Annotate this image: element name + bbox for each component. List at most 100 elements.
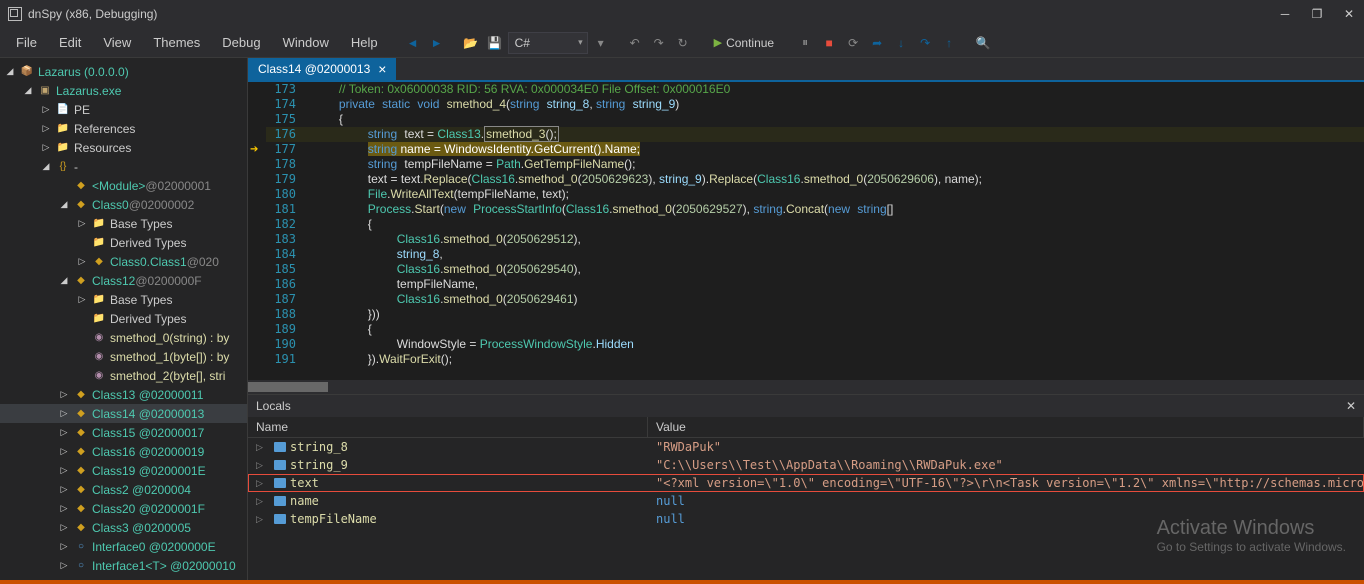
- combo-dropdown-icon[interactable]: ▾: [590, 32, 612, 54]
- menu-file[interactable]: File: [6, 31, 47, 54]
- locals-row[interactable]: ▷string_8"RWDaPuk": [248, 438, 1364, 456]
- tree-exe[interactable]: ◢▣Lazarus.exe: [0, 81, 247, 100]
- tree-class2[interactable]: ▷◆Class2 @0200004: [0, 480, 247, 499]
- menu-help[interactable]: Help: [341, 31, 388, 54]
- menu-debug[interactable]: Debug: [212, 31, 270, 54]
- tree-class13[interactable]: ▷◆Class13 @02000011: [0, 385, 247, 404]
- code-line[interactable]: 187 Class16.smethod_0(2050629461): [248, 292, 1364, 307]
- locals-row[interactable]: ▷namenull: [248, 492, 1364, 510]
- tree-derivedtypes[interactable]: 📁Derived Types: [0, 309, 247, 328]
- code-line[interactable]: 173 // Token: 0x06000038 RID: 56 RVA: 0x…: [248, 82, 1364, 97]
- tree-smethod2[interactable]: ◉smethod_2(byte[], stri: [0, 366, 247, 385]
- tree-basetypes[interactable]: ▷📁Base Types: [0, 214, 247, 233]
- horizontal-scrollbar[interactable]: [248, 380, 1364, 394]
- step-over-icon[interactable]: ↷: [914, 32, 936, 54]
- nav-back-icon[interactable]: ◄: [402, 32, 424, 54]
- code-text[interactable]: {: [310, 217, 372, 232]
- nav-forward-icon[interactable]: ►: [426, 32, 448, 54]
- panel-close-icon[interactable]: ✕: [1346, 399, 1356, 413]
- locals-row[interactable]: ▷string_9"C:\\Users\\Test\\AppData\\Roam…: [248, 456, 1364, 474]
- tree-class14[interactable]: ▷◆Class14 @02000013: [0, 404, 247, 423]
- tree-module[interactable]: ◆<Module> @02000001: [0, 176, 247, 195]
- code-text[interactable]: }).WaitForExit();: [310, 352, 452, 367]
- code-line[interactable]: 189 {: [248, 322, 1364, 337]
- redo-icon[interactable]: ↻: [672, 32, 694, 54]
- tree-class16[interactable]: ▷◆Class16 @02000019: [0, 442, 247, 461]
- code-text[interactable]: string tempFileName = Path.GetTempFileNa…: [310, 157, 635, 172]
- save-icon[interactable]: 💾: [484, 32, 506, 54]
- code-text[interactable]: // Token: 0x06000038 RID: 56 RVA: 0x0000…: [310, 82, 730, 97]
- code-text[interactable]: Class16.smethod_0(2050629512),: [310, 232, 581, 247]
- tree-interface0[interactable]: ▷○Interface0 @0200000E: [0, 537, 247, 556]
- continue-button[interactable]: ▶Continue: [706, 34, 783, 52]
- code-text[interactable]: Process.Start(new ProcessStartInfo(Class…: [310, 202, 893, 217]
- tree-namespace[interactable]: ◢{}-: [0, 157, 247, 176]
- tree-class3[interactable]: ▷◆Class3 @0200005: [0, 518, 247, 537]
- language-combo[interactable]: C#: [508, 32, 588, 54]
- minimize-button[interactable]: ─: [1278, 7, 1292, 21]
- code-text[interactable]: })): [310, 307, 380, 322]
- assembly-explorer[interactable]: ◢📦Lazarus (0.0.0.0) ◢▣Lazarus.exe ▷📄PE ▷…: [0, 58, 248, 580]
- tree-derivedtypes[interactable]: 📁Derived Types: [0, 233, 247, 252]
- code-text[interactable]: private static void smethod_4(string str…: [310, 97, 679, 112]
- code-text[interactable]: {: [310, 322, 372, 337]
- tree-class19[interactable]: ▷◆Class19 @0200001E: [0, 461, 247, 480]
- code-line[interactable]: 180 File.WriteAllText(tempFileName, text…: [248, 187, 1364, 202]
- col-name[interactable]: Name: [248, 417, 648, 437]
- redo-arrow-icon[interactable]: ↷: [648, 32, 670, 54]
- tree-resources[interactable]: ▷📁Resources: [0, 138, 247, 157]
- code-line[interactable]: 178 string tempFileName = Path.GetTempFi…: [248, 157, 1364, 172]
- code-text[interactable]: {: [310, 112, 343, 127]
- col-value[interactable]: Value: [648, 417, 1364, 437]
- code-text[interactable]: tempFileName,: [310, 277, 478, 292]
- pause-icon[interactable]: ⏸: [794, 32, 816, 54]
- code-text[interactable]: text = text.Replace(Class16.smethod_0(20…: [310, 172, 982, 187]
- step-into-icon[interactable]: ↓: [890, 32, 912, 54]
- tab-close-icon[interactable]: ×: [378, 62, 386, 76]
- code-line[interactable]: 188 })): [248, 307, 1364, 322]
- code-line[interactable]: 190 WindowStyle = ProcessWindowStyle.Hid…: [248, 337, 1364, 352]
- open-icon[interactable]: 📂: [460, 32, 482, 54]
- code-line[interactable]: ➔177 string name = WindowsIdentity.GetCu…: [248, 142, 1364, 157]
- menu-themes[interactable]: Themes: [143, 31, 210, 54]
- code-line[interactable]: 175 {: [248, 112, 1364, 127]
- tree-class0[interactable]: ◢◆Class0 @02000002: [0, 195, 247, 214]
- stop-icon[interactable]: ■: [818, 32, 840, 54]
- locals-row[interactable]: ▷text"<?xml version=\"1.0\" encoding=\"U…: [248, 474, 1364, 492]
- code-line[interactable]: 181 Process.Start(new ProcessStartInfo(C…: [248, 202, 1364, 217]
- tree-references[interactable]: ▷📁References: [0, 119, 247, 138]
- code-editor[interactable]: 173 // Token: 0x06000038 RID: 56 RVA: 0x…: [248, 82, 1364, 380]
- code-text[interactable]: WindowStyle = ProcessWindowStyle.Hidden: [310, 337, 634, 352]
- tree-class0class1[interactable]: ▷◆Class0.Class1 @020: [0, 252, 247, 271]
- tree-assembly[interactable]: ◢📦Lazarus (0.0.0.0): [0, 62, 247, 81]
- restart-icon[interactable]: ⟳: [842, 32, 864, 54]
- code-text[interactable]: Class16.smethod_0(2050629540),: [310, 262, 581, 277]
- code-line[interactable]: 186 tempFileName,: [248, 277, 1364, 292]
- code-line[interactable]: 185 Class16.smethod_0(2050629540),: [248, 262, 1364, 277]
- tree-smethod1[interactable]: ◉smethod_1(byte[]) : by: [0, 347, 247, 366]
- tree-interface1[interactable]: ▷○Interface1<T> @02000010: [0, 556, 247, 575]
- tab-class14[interactable]: Class14 @02000013×: [248, 58, 396, 80]
- code-text[interactable]: Class16.smethod_0(2050629461): [310, 292, 578, 307]
- menu-view[interactable]: View: [93, 31, 141, 54]
- code-line[interactable]: 176 string text = Class13.smethod_3();: [248, 127, 1364, 142]
- code-text[interactable]: string name = WindowsIdentity.GetCurrent…: [310, 142, 640, 157]
- step-arrow-icon[interactable]: ➦: [866, 32, 888, 54]
- code-line[interactable]: 183 Class16.smethod_0(2050629512),: [248, 232, 1364, 247]
- menu-edit[interactable]: Edit: [49, 31, 91, 54]
- locals-row[interactable]: ▷tempFileNamenull: [248, 510, 1364, 528]
- tree-pe[interactable]: ▷📄PE: [0, 100, 247, 119]
- undo-icon[interactable]: ↶: [624, 32, 646, 54]
- tree-basetypes[interactable]: ▷📁Base Types: [0, 290, 247, 309]
- code-text[interactable]: File.WriteAllText(tempFileName, text);: [310, 187, 569, 202]
- code-line[interactable]: 182 {: [248, 217, 1364, 232]
- code-line[interactable]: 191 }).WaitForExit();: [248, 352, 1364, 367]
- code-line[interactable]: 174 private static void smethod_4(string…: [248, 97, 1364, 112]
- code-line[interactable]: 179 text = text.Replace(Class16.smethod_…: [248, 172, 1364, 187]
- search-icon[interactable]: 🔍: [972, 32, 994, 54]
- tree-class12[interactable]: ◢◆Class12 @0200000F: [0, 271, 247, 290]
- maximize-button[interactable]: ❐: [1310, 7, 1324, 21]
- close-button[interactable]: ✕: [1342, 7, 1356, 21]
- tree-class20[interactable]: ▷◆Class20 @0200001F: [0, 499, 247, 518]
- tree-smethod0[interactable]: ◉smethod_0(string) : by: [0, 328, 247, 347]
